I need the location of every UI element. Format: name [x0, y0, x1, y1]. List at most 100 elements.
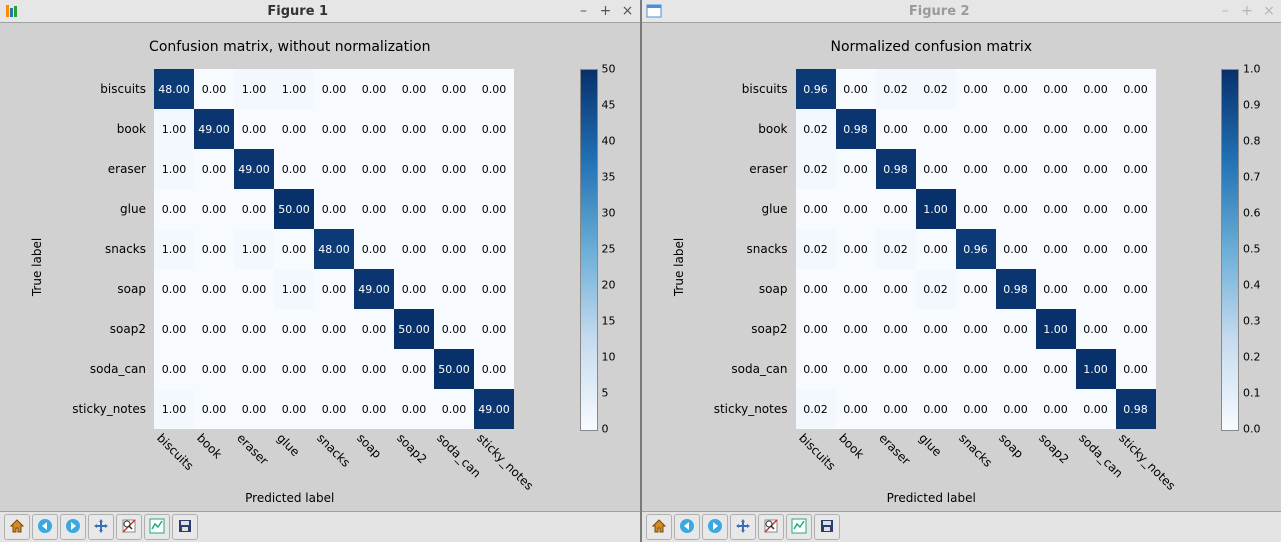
- heatmap-cell: 0.00: [394, 149, 434, 189]
- heatmap-cell: 0.00: [1116, 229, 1156, 269]
- maximize-button[interactable]: +: [1239, 4, 1255, 18]
- heatmap-cell: 0.00: [956, 69, 996, 109]
- heatmap-cell: 1.00: [154, 229, 194, 269]
- heatmap-cell: 0.00: [434, 109, 474, 149]
- subplots-button[interactable]: [144, 514, 170, 540]
- matplotlib-toolbar: [0, 511, 640, 542]
- x-tick-label: snacks: [314, 431, 352, 469]
- x-tick-label: soda_can: [1076, 431, 1114, 469]
- heatmap-cell: 0.00: [314, 69, 354, 109]
- figure-window-1: Figure 1 – + × Confusion matrix, without…: [0, 0, 640, 542]
- x-tick-label: eraser: [876, 431, 914, 469]
- forward-button[interactable]: [702, 514, 728, 540]
- heatmap-cell: 0.00: [394, 109, 434, 149]
- heatmap-cell: 0.00: [434, 189, 474, 229]
- maximize-button[interactable]: +: [598, 4, 614, 18]
- x-tick-label: book: [194, 431, 232, 469]
- x-tick-label: eraser: [234, 431, 272, 469]
- close-button[interactable]: ×: [1261, 4, 1277, 18]
- colorbar-tick: 45: [602, 99, 616, 112]
- heatmap-cell: 0.02: [796, 109, 836, 149]
- y-tick-label: glue: [4, 189, 150, 229]
- y-tick-label: biscuits: [646, 69, 792, 109]
- heatmap-cell: 0.00: [314, 149, 354, 189]
- heatmap-cell: 0.00: [836, 269, 876, 309]
- heatmap-cell: 0.00: [836, 189, 876, 229]
- home-button[interactable]: [646, 514, 672, 540]
- heatmap-cell: 0.00: [1036, 109, 1076, 149]
- heatmap-cell: 0.00: [1116, 269, 1156, 309]
- heatmap-cell: 0.00: [394, 389, 434, 429]
- colorbar-tick: 20: [602, 279, 616, 292]
- y-tick-labels: biscuitsbookerasergluesnackssoapsoap2sod…: [646, 69, 792, 429]
- forward-button[interactable]: [60, 514, 86, 540]
- heatmap-cell: 50.00: [394, 309, 434, 349]
- y-tick-label: biscuits: [4, 69, 150, 109]
- zoom-button[interactable]: [116, 514, 142, 540]
- heatmap-cell: 0.00: [1036, 269, 1076, 309]
- heatmap-cell: 0.00: [1116, 309, 1156, 349]
- heatmap-cell: 0.00: [154, 189, 194, 229]
- heatmap-cell: 0.00: [474, 189, 514, 229]
- heatmap-cell: 1.00: [234, 229, 274, 269]
- save-button[interactable]: [172, 514, 198, 540]
- back-icon: [37, 518, 53, 537]
- heatmap-cell: 0.02: [876, 69, 916, 109]
- heatmap-cell: 0.96: [796, 69, 836, 109]
- heatmap-cell: 0.02: [796, 389, 836, 429]
- home-button[interactable]: [4, 514, 30, 540]
- x-tick-label: glue: [916, 431, 954, 469]
- heatmap-cell: 1.00: [1036, 309, 1076, 349]
- colorbar-tick: 25: [602, 243, 616, 256]
- x-tick-label: biscuits: [154, 431, 192, 469]
- heatmap-cell: 0.00: [1076, 389, 1116, 429]
- figure-canvas[interactable]: Normalized confusion matrix True label P…: [642, 23, 1281, 511]
- x-axis-label: Predicted label: [646, 491, 1218, 505]
- heatmap-cell: 49.00: [194, 109, 234, 149]
- heatmap-cell: 0.00: [916, 109, 956, 149]
- heatmap-cell: 50.00: [274, 189, 314, 229]
- heatmap-cell: 0.00: [1116, 69, 1156, 109]
- x-tick-label: biscuits: [796, 431, 834, 469]
- y-tick-label: sticky_notes: [646, 389, 792, 429]
- heatmap-cell: 0.00: [354, 149, 394, 189]
- subplots-button[interactable]: [786, 514, 812, 540]
- heatmap-cell: 0.02: [876, 229, 916, 269]
- heatmap-cell: 0.00: [434, 389, 474, 429]
- minimize-button[interactable]: –: [1217, 4, 1233, 18]
- figure-canvas[interactable]: Confusion matrix, without normalization …: [0, 23, 640, 511]
- y-tick-label: soap: [646, 269, 792, 309]
- heatmap-cell: 0.00: [154, 269, 194, 309]
- colorbar-ticks: 05101520253035404550: [602, 67, 632, 431]
- x-tick-label: sticky_notes: [474, 431, 512, 469]
- heatmap-cell: 0.00: [354, 309, 394, 349]
- heatmap-cell: 0.00: [434, 229, 474, 269]
- colorbar-tick: 0.7: [1243, 171, 1261, 184]
- heatmap-cell: 0.00: [394, 349, 434, 389]
- heatmap-cell: 0.00: [354, 349, 394, 389]
- close-button[interactable]: ×: [620, 4, 636, 18]
- pan-button[interactable]: [730, 514, 756, 540]
- heatmap-cell: 1.00: [916, 189, 956, 229]
- save-button[interactable]: [814, 514, 840, 540]
- heatmap-cell: 0.00: [916, 309, 956, 349]
- back-button[interactable]: [32, 514, 58, 540]
- minimize-button[interactable]: –: [576, 4, 592, 18]
- heatmap-cell: 0.00: [234, 109, 274, 149]
- colorbar-tick: 0.6: [1243, 207, 1261, 220]
- app-icon: [646, 3, 662, 19]
- zoom-button[interactable]: [758, 514, 784, 540]
- y-tick-label: soda_can: [4, 349, 150, 389]
- pan-icon: [735, 518, 751, 537]
- back-button[interactable]: [674, 514, 700, 540]
- pan-button[interactable]: [88, 514, 114, 540]
- titlebar[interactable]: Figure 1 – + ×: [0, 0, 640, 23]
- forward-icon: [65, 518, 81, 537]
- heatmap-cell: 0.00: [1076, 109, 1116, 149]
- colorbar-tick: 0.2: [1243, 351, 1261, 364]
- heatmap-cell: 0.00: [796, 269, 836, 309]
- colorbar: [1221, 69, 1239, 431]
- window-title: Figure 1: [26, 4, 570, 19]
- colorbar-tick: 50: [602, 63, 616, 76]
- titlebar[interactable]: Figure 2 – + ×: [642, 0, 1281, 23]
